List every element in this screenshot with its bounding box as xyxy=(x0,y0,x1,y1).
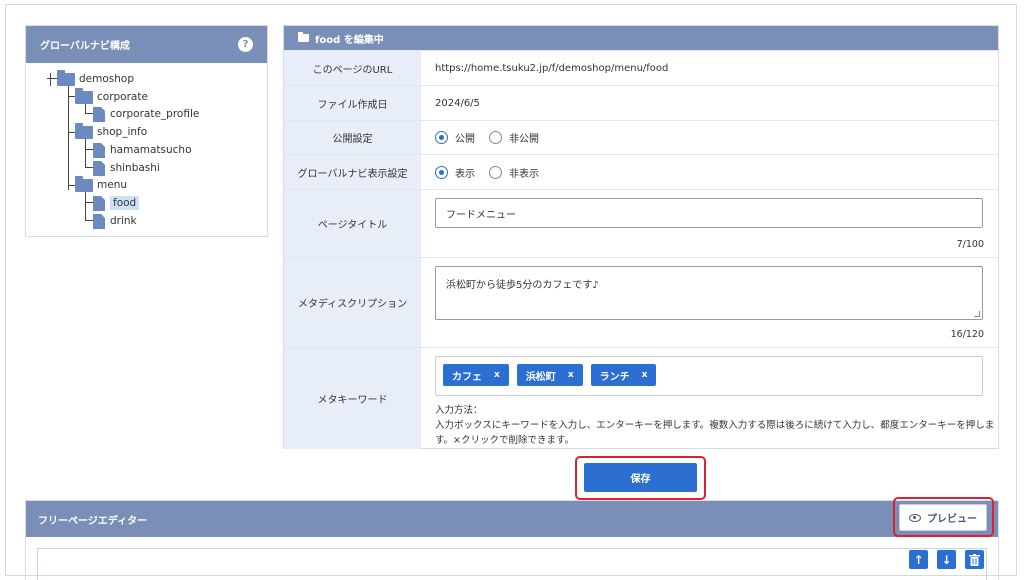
move-up-button[interactable]: ↑ xyxy=(909,550,928,569)
tree-item-shop-info[interactable]: shop_info xyxy=(75,122,148,140)
publish-on-radio[interactable]: 公開 xyxy=(435,130,475,145)
page-title-input[interactable]: フードメニュー xyxy=(435,198,983,228)
tree-item-drink[interactable]: drink xyxy=(93,213,137,229)
tree-item-label: hamamatsucho xyxy=(110,144,192,156)
free-page-editor-header: フリーページエディター xyxy=(26,501,998,537)
file-icon xyxy=(93,106,105,122)
remove-tag-icon[interactable]: x xyxy=(642,370,648,380)
folder-icon xyxy=(75,122,93,139)
page-edit-header: food を編集中 xyxy=(284,26,998,50)
created-label: ファイル作成日 xyxy=(284,86,421,120)
publish-label: 公開設定 xyxy=(284,121,421,154)
tree-item-label: drink xyxy=(110,215,137,227)
file-icon xyxy=(93,142,105,158)
tree-item-label: corporate xyxy=(97,91,148,103)
save-button[interactable]: 保存 xyxy=(584,463,697,492)
tree-item-label: menu xyxy=(97,179,127,191)
global-nav-header: グローバルナビ構成 ? xyxy=(26,26,267,63)
meta-desc-textarea[interactable]: 浜松町から徒歩5分のカフェです♪ xyxy=(435,266,983,320)
tree-item-label: shinbashi xyxy=(110,162,160,174)
meta-desc-row: メタディスクリプション 浜松町から徒歩5分のカフェです♪ 16/120 xyxy=(284,257,998,347)
created-row: ファイル作成日 2024/6/5 xyxy=(284,85,998,120)
folder-icon xyxy=(57,69,75,86)
keyword-input-box[interactable]: カフェ x 浜松町 x ランチ x xyxy=(435,356,983,396)
page-title-counter: 7/100 xyxy=(956,239,984,250)
arrow-down-icon: ↓ xyxy=(941,552,952,567)
meta-keyword-row: メタキーワード カフェ x 浜松町 x ランチ x 入力方法： 入力ボックスにキ… xyxy=(284,347,998,449)
tree-item-label-selected: food xyxy=(110,196,140,210)
nav-display-off-radio[interactable]: 非表示 xyxy=(489,165,539,180)
tree-item-corporate-profile[interactable]: corporate_profile xyxy=(93,106,199,122)
file-icon xyxy=(93,213,105,229)
trash-icon xyxy=(969,553,980,566)
tree-item-label: demoshop xyxy=(79,73,134,85)
radio-icon xyxy=(489,131,502,144)
tree-item-hamamatsucho[interactable]: hamamatsucho xyxy=(93,142,192,158)
page-edit-title: food を編集中 xyxy=(315,34,384,46)
radio-icon xyxy=(489,165,502,179)
free-page-editor-title: フリーページエディター xyxy=(38,515,148,527)
tree-item-shinbashi[interactable]: shinbashi xyxy=(93,160,160,176)
tree-item-corporate[interactable]: corporate xyxy=(75,87,148,105)
global-nav-title: グローバルナビ構成 xyxy=(40,41,130,52)
resize-handle-icon[interactable] xyxy=(974,311,980,317)
folder-icon xyxy=(298,32,309,42)
page-title-label: ページタイトル xyxy=(284,190,421,257)
page-title-row: ページタイトル フードメニュー 7/100 xyxy=(284,189,998,257)
preview-button[interactable]: プレビュー xyxy=(899,504,987,531)
keyword-tag: 浜松町 x xyxy=(516,364,583,386)
url-value: https://home.tsuku2.jp/f/demoshop/menu/f… xyxy=(435,62,669,74)
radio-selected-icon xyxy=(435,165,448,179)
folder-icon xyxy=(75,87,93,104)
nav-display-label: グローバルナビ表示設定 xyxy=(284,155,421,189)
global-nav-panel: グローバルナビ構成 ? demoshop corporate corporate… xyxy=(25,25,268,237)
eye-icon xyxy=(909,513,921,522)
delete-button[interactable] xyxy=(965,550,984,569)
meta-desc-counter: 16/120 xyxy=(950,329,984,340)
publish-row: 公開設定 公開 非公開 xyxy=(284,120,998,154)
tree-item-demoshop[interactable]: demoshop xyxy=(57,69,134,87)
page-edit-panel: food を編集中 このページのURL https://home.tsuku2.… xyxy=(283,25,999,449)
meta-desc-label: メタディスクリプション xyxy=(284,258,421,347)
editor-block[interactable] xyxy=(37,548,987,580)
publish-off-radio[interactable]: 非公開 xyxy=(489,130,539,145)
nav-display-on-radio[interactable]: 表示 xyxy=(435,165,475,180)
arrow-up-icon: ↑ xyxy=(913,552,924,567)
created-value: 2024/6/5 xyxy=(435,97,480,109)
folder-icon xyxy=(75,175,93,192)
nav-display-row: グローバルナビ表示設定 表示 非表示 xyxy=(284,154,998,189)
tree-item-label: shop_info xyxy=(97,126,148,138)
remove-tag-icon[interactable]: x xyxy=(568,370,574,380)
keyword-tag: カフェ x xyxy=(443,364,509,386)
tree-item-label: corporate_profile xyxy=(110,108,200,120)
keyword-tag: ランチ x xyxy=(590,364,657,386)
file-icon xyxy=(93,160,105,176)
help-icon[interactable]: ? xyxy=(238,37,253,52)
file-icon xyxy=(93,195,105,211)
url-row: このページのURL https://home.tsuku2.jp/f/demos… xyxy=(284,50,998,85)
keyword-help: 入力方法： 入力ボックスにキーワードを入力し、エンターキーを押します。複数入力す… xyxy=(435,405,995,446)
nav-tree: demoshop corporate corporate_profile sho… xyxy=(26,63,267,235)
remove-tag-icon[interactable]: x xyxy=(494,370,500,380)
meta-keyword-label: メタキーワード xyxy=(284,348,421,449)
move-down-button[interactable]: ↓ xyxy=(937,550,956,569)
radio-selected-icon xyxy=(435,131,448,144)
tree-item-food[interactable]: food xyxy=(93,195,140,211)
url-label: このページのURL xyxy=(284,51,421,85)
tree-item-menu[interactable]: menu xyxy=(75,175,127,193)
